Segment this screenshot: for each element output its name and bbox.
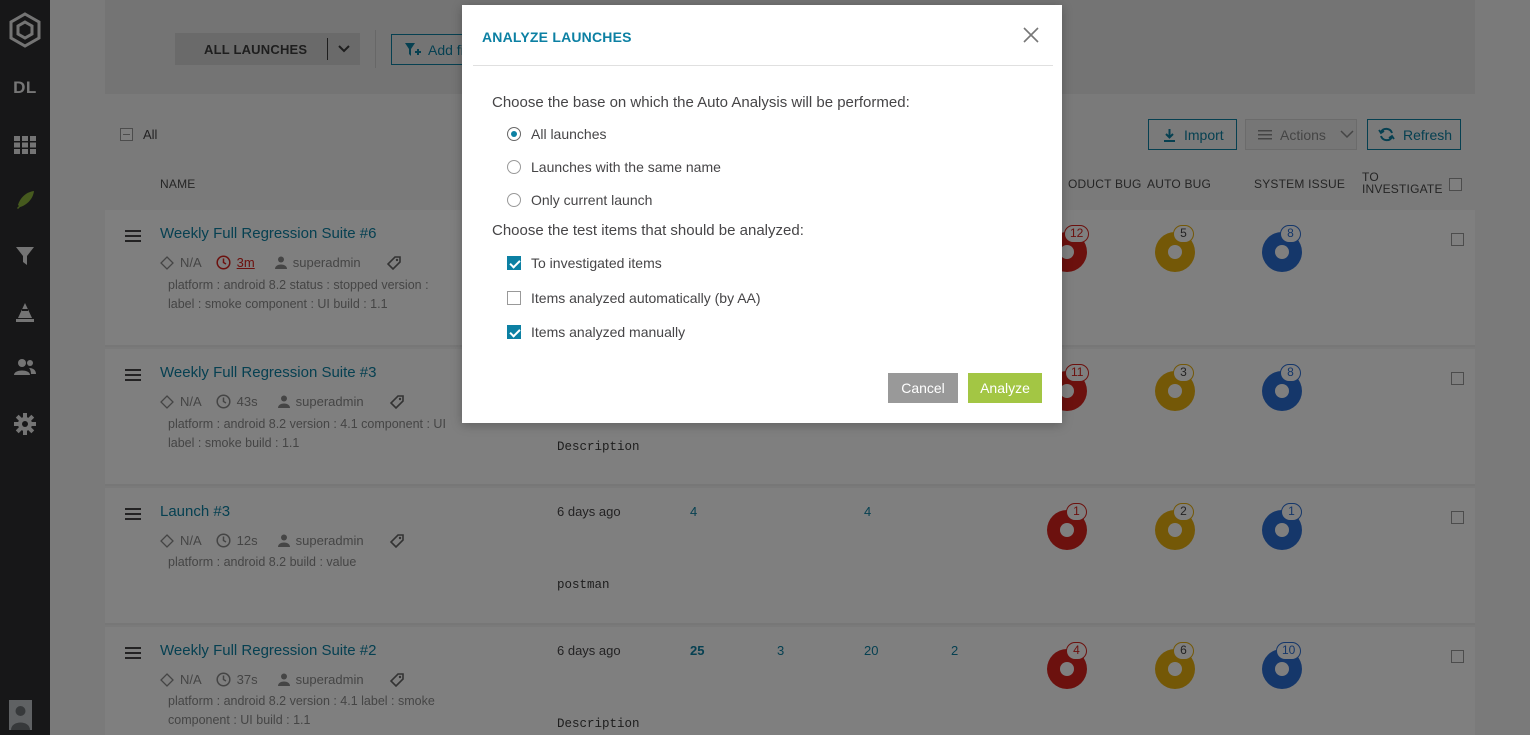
- option-label: Items analyzed automatically (by AA): [531, 290, 761, 306]
- items-question: Choose the test items that should be ana…: [492, 222, 804, 239]
- option-label: Items analyzed manually: [531, 324, 686, 340]
- item-option-manually-analyzed[interactable]: Items analyzed manually: [507, 324, 685, 340]
- modal-title: ANALYZE LAUNCHES: [482, 29, 632, 45]
- option-label: Launches with the same name: [531, 159, 721, 175]
- item-option-to-investigate[interactable]: To investigated items: [507, 255, 662, 271]
- radio-all-launches[interactable]: [507, 127, 521, 141]
- modal-divider: [473, 65, 1053, 66]
- checkbox-to-investigate[interactable]: [507, 256, 521, 270]
- base-option-all-launches[interactable]: All launches: [507, 126, 607, 142]
- close-icon[interactable]: [1023, 27, 1039, 43]
- option-label: All launches: [531, 126, 607, 142]
- checkbox-manually-analyzed[interactable]: [507, 325, 521, 339]
- checkbox-auto-analyzed[interactable]: [507, 291, 521, 305]
- analyze-button[interactable]: Analyze: [968, 373, 1042, 403]
- item-option-auto-analyzed[interactable]: Items analyzed automatically (by AA): [507, 290, 761, 306]
- option-label: Only current launch: [531, 192, 653, 208]
- radio-same-name[interactable]: [507, 160, 521, 174]
- base-option-same-name[interactable]: Launches with the same name: [507, 159, 721, 175]
- analyze-launches-modal: ANALYZE LAUNCHES Choose the base on whic…: [462, 5, 1062, 423]
- cancel-button[interactable]: Cancel: [888, 373, 958, 403]
- radio-current-launch[interactable]: [507, 193, 521, 207]
- base-option-current-launch[interactable]: Only current launch: [507, 192, 652, 208]
- base-question: Choose the base on which the Auto Analys…: [492, 94, 910, 111]
- option-label: To investigated items: [531, 255, 662, 271]
